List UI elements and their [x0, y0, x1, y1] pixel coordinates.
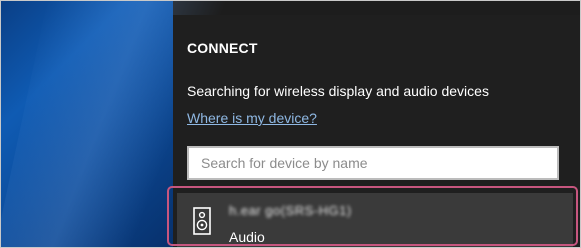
device-name: h.ear go(SRS-HG1) [229, 203, 352, 218]
search-status-text: Searching for wireless display and audio… [187, 83, 489, 99]
panel-title: CONNECT [187, 40, 258, 56]
speaker-icon [193, 207, 211, 235]
where-is-my-device-link[interactable]: Where is my device? [187, 110, 317, 126]
device-search-input[interactable] [189, 148, 557, 178]
device-search-box[interactable] [187, 146, 559, 180]
device-list-item[interactable]: h.ear go(SRS-HG1) Audio [177, 193, 573, 247]
screenshot-frame: CONNECT Searching for wireless display a… [0, 0, 581, 248]
device-type-label: Audio [229, 229, 265, 245]
connect-panel: CONNECT Searching for wireless display a… [173, 15, 580, 247]
desktop-background [1, 1, 173, 247]
